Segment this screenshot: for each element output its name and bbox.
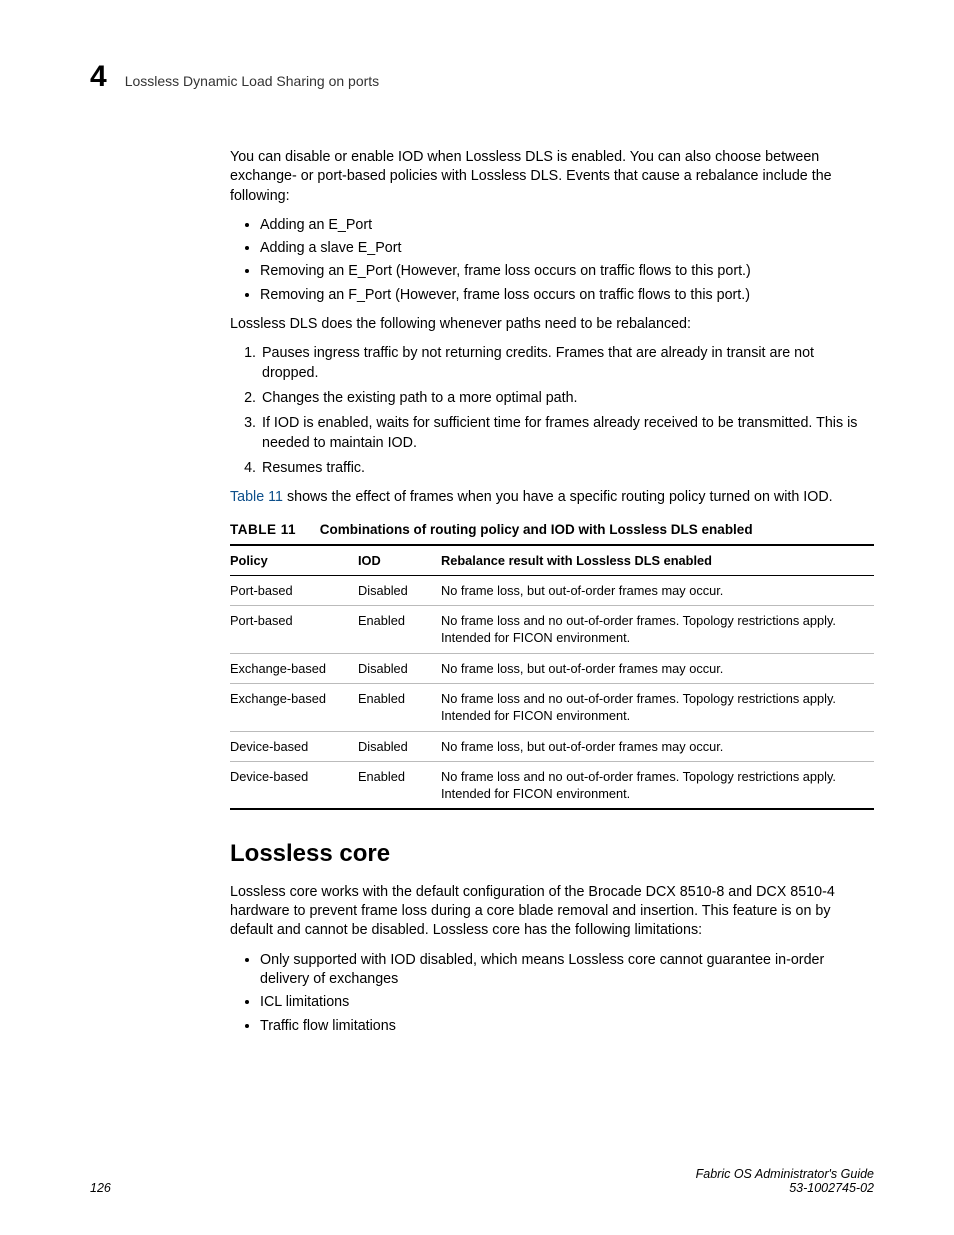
list-item: Only supported with IOD disabled, which …: [260, 951, 874, 990]
page-footer: 126 Fabric OS Administrator's Guide 53-1…: [90, 1167, 874, 1195]
cell-result: No frame loss and no out-of-order frames…: [441, 606, 874, 654]
limitations-list: Only supported with IOD disabled, which …: [230, 951, 874, 1036]
chapter-number: 4: [90, 60, 107, 94]
list-item: If IOD is enabled, waits for sufficient …: [260, 414, 874, 453]
xref-rest: shows the effect of frames when you have…: [283, 489, 833, 505]
cell-policy: Port-based: [230, 575, 358, 605]
cell-policy: Device-based: [230, 761, 358, 809]
routing-policy-table: Policy IOD Rebalance result with Lossles…: [230, 544, 874, 811]
cell-iod: Disabled: [358, 731, 441, 761]
cell-result: No frame loss, but out-of-order frames m…: [441, 575, 874, 605]
list-item: ICL limitations: [260, 993, 874, 1012]
table-reference-line: Table 11 shows the effect of frames when…: [230, 488, 874, 507]
cell-iod: Disabled: [358, 575, 441, 605]
table-row: Port-based Enabled No frame loss and no …: [230, 606, 874, 654]
list-item: Adding a slave E_Port: [260, 239, 874, 258]
table-caption: TABLE 11 Combinations of routing policy …: [230, 521, 874, 539]
table-row: Device-based Enabled No frame loss and n…: [230, 761, 874, 809]
col-header-iod: IOD: [358, 545, 441, 576]
list-item: Resumes traffic.: [260, 459, 874, 478]
cell-result: No frame loss, but out-of-order frames m…: [441, 653, 874, 683]
list-item: Adding an E_Port: [260, 216, 874, 235]
list-item: Removing an F_Port (However, frame loss …: [260, 286, 874, 305]
table-row: Exchange-based Disabled No frame loss, b…: [230, 653, 874, 683]
paragraph: Lossless DLS does the following whenever…: [230, 315, 874, 334]
running-header: 4 Lossless Dynamic Load Sharing on ports: [90, 60, 874, 94]
running-title: Lossless Dynamic Load Sharing on ports: [125, 73, 379, 89]
table-caption-text: Combinations of routing policy and IOD w…: [320, 522, 753, 537]
list-item: Pauses ingress traffic by not returning …: [260, 344, 874, 383]
cell-iod: Enabled: [358, 684, 441, 732]
table-label: TABLE 11: [230, 522, 296, 537]
col-header-result: Rebalance result with Lossless DLS enabl…: [441, 545, 874, 576]
intro-paragraph: You can disable or enable IOD when Lossl…: [230, 148, 874, 206]
table-header-row: Policy IOD Rebalance result with Lossles…: [230, 545, 874, 576]
cell-result: No frame loss and no out-of-order frames…: [441, 761, 874, 809]
cell-iod: Disabled: [358, 653, 441, 683]
section-heading-lossless-core: Lossless core: [230, 838, 874, 870]
document-number: 53-1002745-02: [696, 1181, 874, 1195]
cell-policy: Device-based: [230, 731, 358, 761]
list-item: Traffic flow limitations: [260, 1017, 874, 1036]
rebalance-events-list: Adding an E_Port Adding a slave E_Port R…: [230, 216, 874, 305]
page-number: 126: [90, 1181, 111, 1195]
list-item: Changes the existing path to a more opti…: [260, 389, 874, 408]
cell-policy: Exchange-based: [230, 653, 358, 683]
cell-policy: Port-based: [230, 606, 358, 654]
body-content: You can disable or enable IOD when Lossl…: [230, 148, 874, 1036]
cell-result: No frame loss and no out-of-order frames…: [441, 684, 874, 732]
book-title: Fabric OS Administrator's Guide: [696, 1167, 874, 1181]
col-header-policy: Policy: [230, 545, 358, 576]
section-paragraph: Lossless core works with the default con…: [230, 883, 874, 941]
list-item: Removing an E_Port (However, frame loss …: [260, 262, 874, 281]
table-row: Exchange-based Enabled No frame loss and…: [230, 684, 874, 732]
rebalance-steps-list: Pauses ingress traffic by not returning …: [230, 344, 874, 478]
table-row: Port-based Disabled No frame loss, but o…: [230, 575, 874, 605]
cell-iod: Enabled: [358, 761, 441, 809]
table-xref-link[interactable]: Table 11: [230, 489, 283, 505]
cell-iod: Enabled: [358, 606, 441, 654]
cell-policy: Exchange-based: [230, 684, 358, 732]
cell-result: No frame loss, but out-of-order frames m…: [441, 731, 874, 761]
table-row: Device-based Disabled No frame loss, but…: [230, 731, 874, 761]
